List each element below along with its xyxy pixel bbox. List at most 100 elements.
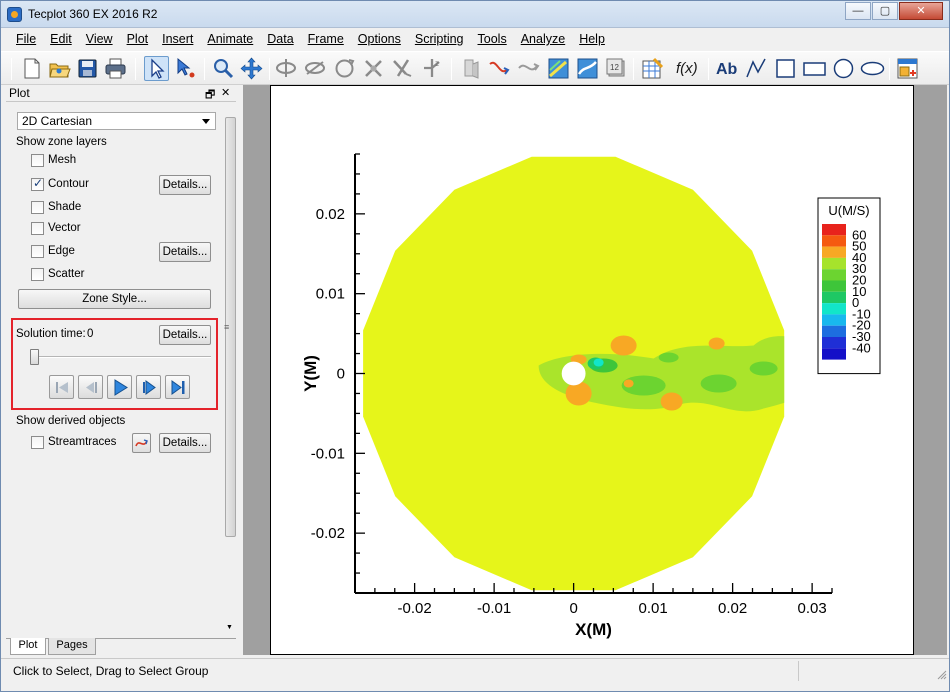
translate-icon[interactable] <box>239 56 264 81</box>
contour-legend[interactable]: U(M/S)6050403020100-10-20-30-40 <box>817 197 881 375</box>
scroll-down-icon[interactable]: ▼ <box>226 624 233 631</box>
mesh-checkbox[interactable] <box>31 154 44 167</box>
contour-details-button[interactable]: Details... <box>159 175 211 195</box>
polyline-icon[interactable] <box>744 56 769 81</box>
tab-plot[interactable]: Plot <box>10 638 46 655</box>
open-icon[interactable] <box>47 56 72 81</box>
zoom-icon[interactable] <box>211 56 236 81</box>
skip-to-end-button[interactable] <box>165 375 190 399</box>
menu-help[interactable]: Help <box>572 29 612 50</box>
rectangle-icon[interactable] <box>802 56 827 81</box>
save-icon[interactable] <box>75 56 100 81</box>
equation-icon[interactable]: f(x) <box>674 56 699 81</box>
rotate-z-icon[interactable] <box>332 56 357 81</box>
splitter-grip-icon: ≡ <box>224 322 230 332</box>
menu-edit[interactable]: Edit <box>43 29 79 50</box>
y-tick-label: -0.01 <box>311 445 345 462</box>
toolbar-separator <box>135 58 136 80</box>
new-layout-icon[interactable] <box>19 56 44 81</box>
zone-edit-icon[interactable]: 12 <box>604 56 629 81</box>
wake-core-20 <box>658 352 679 363</box>
probe-icon[interactable] <box>458 56 483 81</box>
contour-plot[interactable]: -0.02 -0.01 0 0.01 0.02 0.03 0.02 0.01 0 -0.01 -0.… <box>271 86 915 656</box>
y-tick-label: 0 <box>337 366 345 383</box>
maximize-button[interactable]: ▢ <box>872 2 898 20</box>
rollerball-icon[interactable] <box>361 56 386 81</box>
tab-pages[interactable]: Pages <box>48 638 96 655</box>
y-tick-label: 0.02 <box>316 206 345 223</box>
print-icon[interactable] <box>103 56 128 81</box>
square-icon[interactable] <box>773 56 798 81</box>
streamtrace-add-icon[interactable] <box>516 56 541 81</box>
skip-start-icon <box>56 382 68 393</box>
solution-time-details-button[interactable]: Details... <box>159 325 211 345</box>
scatter-checkbox[interactable] <box>31 268 44 281</box>
edge-label: Edge <box>48 245 75 257</box>
menu-tools[interactable]: Tools <box>471 29 514 50</box>
derived-objects-label: Show derived objects <box>16 415 126 427</box>
resize-grip-icon[interactable] <box>937 670 947 680</box>
menu-view[interactable]: View <box>79 29 120 50</box>
text-icon[interactable]: Ab <box>715 56 740 81</box>
x-tick-label: -0.02 <box>398 600 432 617</box>
close-button[interactable]: ✕ <box>899 2 943 20</box>
zone-style-button[interactable]: Zone Style... <box>18 289 211 309</box>
solution-time-slider-thumb[interactable] <box>30 349 39 365</box>
spherical-rotate-icon[interactable] <box>390 56 415 81</box>
undock-icon[interactable]: 🗗 <box>205 86 215 105</box>
window-title: Tecplot 360 EX 2016 R2 <box>28 7 158 21</box>
menu-plot[interactable]: Plot <box>120 29 156 50</box>
menu-frame[interactable]: Frame <box>301 29 351 50</box>
step-back-button[interactable] <box>78 375 103 399</box>
shade-checkbox[interactable] <box>31 201 44 214</box>
y-axis-title: Y(M) <box>301 355 320 392</box>
streamtraces-checkbox[interactable] <box>31 436 44 449</box>
menu-options[interactable]: Options <box>351 29 408 50</box>
menu-file[interactable]: File <box>9 29 43 50</box>
step-forward-button[interactable] <box>136 375 161 399</box>
x-tick-label: -0.01 <box>477 600 511 617</box>
rotate-x-icon[interactable] <box>274 56 299 81</box>
circle-icon[interactable] <box>831 56 856 81</box>
tecplot-app-icon <box>7 7 22 22</box>
adjustor-icon[interactable] <box>173 56 198 81</box>
skip-to-start-button[interactable] <box>49 375 74 399</box>
plot-frame[interactable]: -0.02 -0.01 0 0.01 0.02 0.03 0.02 0.01 0 -0.01 -0.… <box>270 85 914 655</box>
zone-layers-label: Show zone layers <box>16 136 107 148</box>
data-edit-icon[interactable] <box>640 56 665 81</box>
twist-icon[interactable]: z <box>419 56 444 81</box>
streamtrace-placement-button[interactable] <box>132 433 151 453</box>
status-bar: Click to Select, Drag to Select Group <box>1 658 949 682</box>
contour-add-icon[interactable] <box>546 56 571 81</box>
chevron-down-icon <box>202 119 210 124</box>
sidebar-splitter[interactable]: ≡ <box>224 85 242 655</box>
x-tick-label: 0.02 <box>718 600 747 617</box>
menu-insert[interactable]: Insert <box>155 29 200 50</box>
legend-swatch <box>822 269 846 281</box>
skip-end-icon <box>171 380 185 395</box>
selector-icon[interactable] <box>144 56 169 81</box>
ellipse-icon[interactable] <box>860 56 885 81</box>
minimize-button[interactable]: — <box>845 2 871 20</box>
sidebar-close-icon[interactable]: ✕ <box>221 86 230 99</box>
streamtraces-details-button[interactable]: Details... <box>159 433 211 453</box>
edge-details-button[interactable]: Details... <box>159 242 211 262</box>
contour-checkbox[interactable] <box>31 176 44 191</box>
frame-add-icon[interactable] <box>895 56 920 81</box>
contour-remove-icon[interactable] <box>575 56 600 81</box>
menu-bar: File Edit View Plot Insert Animate Data … <box>1 29 949 50</box>
menu-scripting[interactable]: Scripting <box>408 29 471 50</box>
vortex-40 <box>660 392 683 411</box>
solution-time-slider-track[interactable] <box>30 356 211 358</box>
status-message: Click to Select, Drag to Select Group <box>13 664 209 678</box>
y-tick-label: 0.01 <box>316 286 345 303</box>
rotate-y-icon[interactable] <box>303 56 328 81</box>
menu-data[interactable]: Data <box>260 29 300 50</box>
menu-animate[interactable]: Animate <box>200 29 260 50</box>
plot-type-dropdown[interactable]: 2D Cartesian <box>17 112 216 130</box>
streamtrace-icon[interactable] <box>487 56 512 81</box>
play-button[interactable] <box>107 375 132 399</box>
edge-checkbox[interactable] <box>31 245 44 258</box>
menu-analyze[interactable]: Analyze <box>514 29 572 50</box>
vector-checkbox[interactable] <box>31 222 44 235</box>
